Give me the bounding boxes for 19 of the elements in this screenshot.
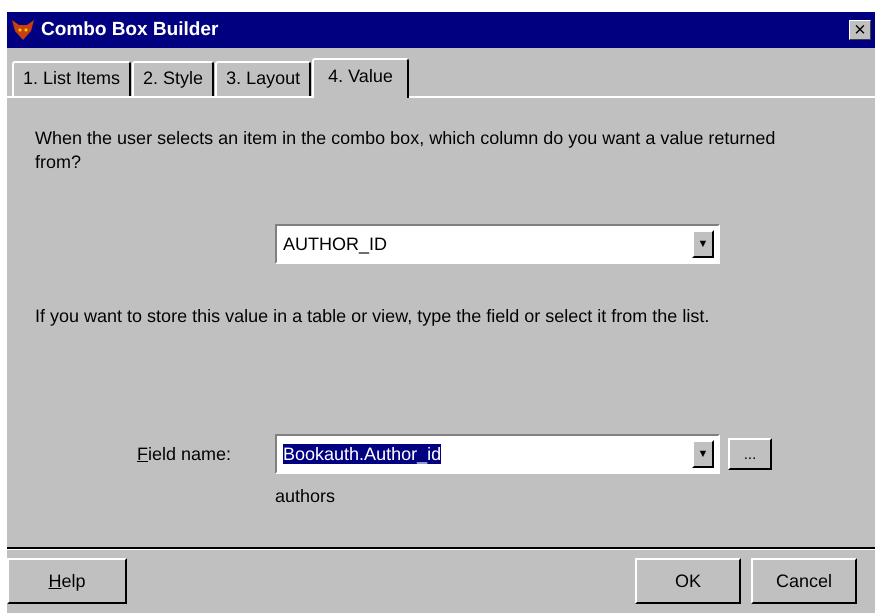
- dialog-button[interactable]: Help: [7, 558, 127, 604]
- store-hint-text: If you want to store this value in a table or view, type the field or select it from the list.: [35, 305, 710, 328]
- dropdown-button[interactable]: ▼: [692, 230, 714, 258]
- question-text: When the user selects an item in the combo box, which column do you want a value returned from?: [35, 127, 776, 174]
- table-name-text: authors: [275, 486, 336, 507]
- browse-button[interactable]: ...: [728, 438, 772, 470]
- tab[interactable]: 4. Value: [312, 58, 409, 98]
- field-name-label: Field name:: [137, 444, 232, 464]
- tab[interactable]: 3. Layout: [215, 61, 312, 96]
- dialog-button[interactable]: Cancel: [751, 558, 857, 604]
- tab[interactable]: 1. List Items: [12, 61, 132, 96]
- tab[interactable]: 2. Style: [132, 61, 214, 96]
- close-button[interactable]: ×: [849, 20, 871, 40]
- dialog-button[interactable]: OK: [635, 558, 741, 604]
- window-title: Combo Box Builder: [41, 19, 220, 41]
- dropdown-button[interactable]: ▼: [692, 440, 714, 468]
- fox-logo-icon: [11, 19, 35, 41]
- field-name-combo-box[interactable]: Bookauth.Author_id ▼: [275, 434, 720, 474]
- column-combo-box[interactable]: AUTHOR_ID ▼: [275, 224, 720, 264]
